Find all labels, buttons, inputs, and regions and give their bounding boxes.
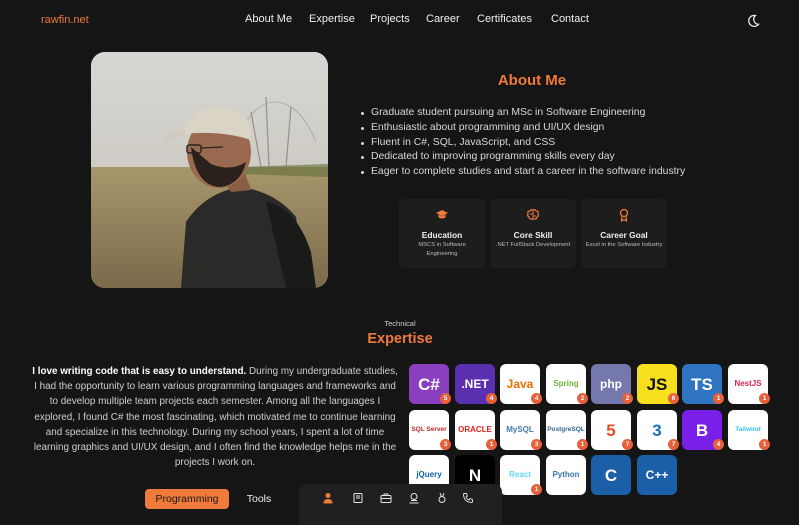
tab-programming[interactable]: Programming [145,489,229,509]
nav-about[interactable]: About Me [245,13,292,25]
skill-badge: 7 [622,439,633,450]
skill-badge: 2 [622,393,633,404]
skill-tile[interactable]: Python [546,455,586,495]
skill-label: C [604,465,618,485]
about-bullets: Graduate student pursuing an MSc in Soft… [360,106,740,180]
graduation-cap-icon [436,210,448,219]
skill-label: 5 [606,420,616,440]
nav-projects[interactable]: Projects [370,13,410,25]
skill-badge: 4 [486,393,497,404]
skill-label: JS [646,374,668,394]
phone-icon[interactable] [462,492,474,504]
card-text: .NET FullStack Development [495,242,571,248]
nav-career[interactable]: Career [426,13,460,25]
nav-certificates[interactable]: Certificates [477,13,532,25]
bottom-dock [299,484,502,525]
list-item: Dedicated to improving programming skill… [360,150,740,165]
expertise-kicker: Technical [384,319,416,328]
skill-label: B [695,420,709,440]
briefcase-icon[interactable] [380,492,392,504]
brain-icon [527,209,539,220]
skill-badge: 1 [577,439,588,450]
intro-bold: I love writing code that is easy to unde… [32,366,247,377]
skill-label: Spring [553,379,579,388]
moon-icon[interactable] [745,13,761,29]
intro-text: During my undergraduate studies, I had t… [33,366,398,469]
list-item: Enthusiastic about programming and UI/UX… [360,121,740,136]
profile-photo [91,52,328,288]
award-icon [619,208,629,222]
skill-badge: 1 [713,393,724,404]
skill-label: NestJS [734,379,762,388]
skill-badge: 6 [668,393,679,404]
skill-label: ORACLE [458,425,492,434]
top-bar: rawfin.net About Me Expertise Projects C… [0,0,799,42]
skill-label: Tailwind [735,425,761,433]
skill-label: React [509,470,531,479]
skill-label: jQuery [416,470,442,479]
list-item: Fluent in C#, SQL, JavaScript, and CSS [360,136,740,151]
expertise-title: Expertise [367,331,433,347]
skill-label: C++ [645,468,669,482]
nav-contact[interactable]: Contact [551,13,589,25]
skill-label: MySQL [506,425,534,434]
skill-badge: 3 [531,439,542,450]
skill-badge: 2 [577,393,588,404]
skill-label: 3 [652,420,662,440]
card-text: MSCS in Software Engineering [418,242,466,257]
skill-badge: 5 [440,393,451,404]
list-item: Graduate student pursuing an MSc in Soft… [360,106,740,121]
skill-badge: 7 [668,439,679,450]
career-icon[interactable] [408,492,420,504]
site-logo[interactable]: rawfin.net [41,14,89,26]
expertise-intro: I love writing code that is easy to unde… [30,364,400,470]
skill-label: .NET [461,377,489,391]
skill-label: C# [418,374,440,394]
list-item: Eager to complete studies and start a ca… [360,165,740,180]
skill-badge: 1 [759,439,770,450]
skill-label: N [468,465,482,485]
book-icon[interactable] [352,492,364,504]
medal-icon[interactable] [436,492,448,504]
skill-label: PostgreSQL [547,425,585,433]
nav-expertise[interactable]: Expertise [309,13,355,25]
skill-badge: 1 [531,484,542,495]
skill-label: Java [506,377,534,391]
skill-label: php [600,377,622,391]
card-text: Excel in the Software Industry [585,242,663,248]
skill-badge: 1 [486,439,497,450]
skill-badge: 4 [531,393,542,404]
card-title: Education [421,230,463,240]
core-skill-card: Core Skill .NET FullStack Development [490,199,576,268]
user-icon[interactable] [322,492,334,504]
tab-tools[interactable]: Tools [236,489,282,509]
card-title: Career Goal [600,230,648,240]
skill-label: Python [552,470,580,479]
skill-badge: 3 [440,439,451,450]
about-title: About Me [497,72,567,89]
education-card: Education MSCS in Software Engineering [399,199,485,268]
skill-badge: 4 [713,439,724,450]
skill-label: SQL Server [411,425,447,433]
card-title: Core Skill [513,230,553,240]
skill-tile[interactable]: C [591,455,631,495]
skill-label: TS [691,374,713,394]
skill-badge: 1 [759,393,770,404]
career-goal-card: Career Goal Excel in the Software Indust… [581,199,667,268]
skill-tile[interactable]: C++ [637,455,677,495]
